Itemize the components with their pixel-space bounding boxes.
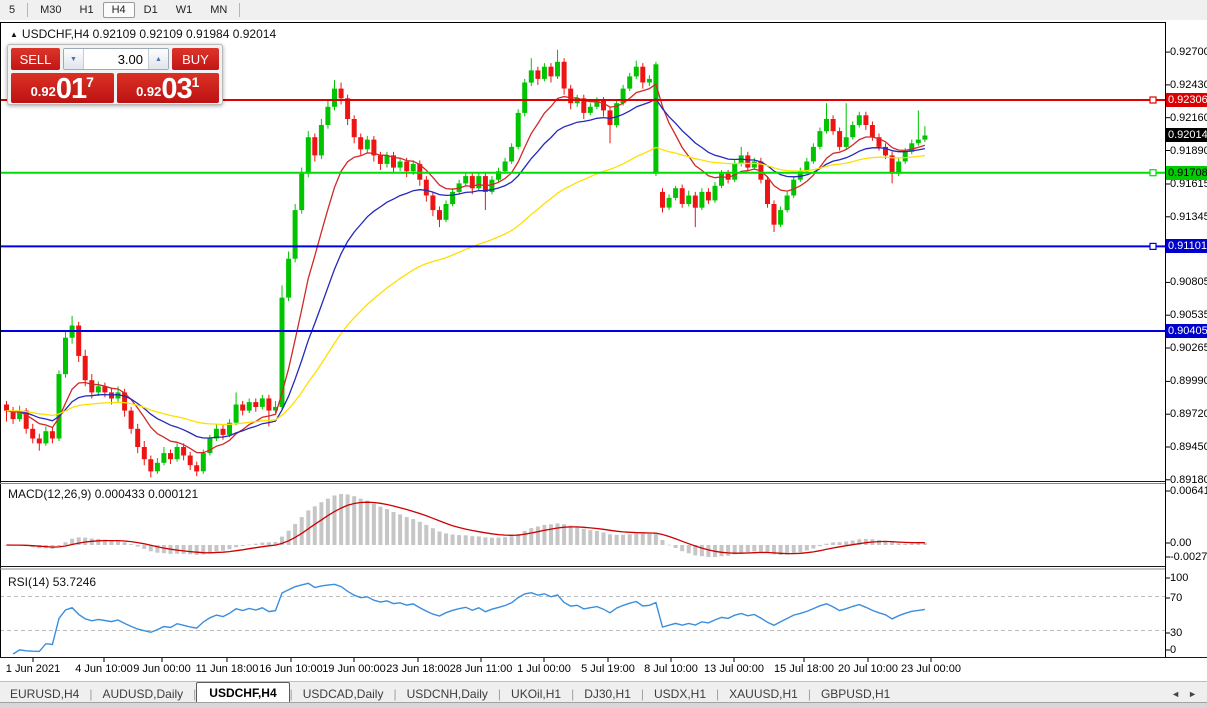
chart-canvas[interactable] xyxy=(0,0,1207,708)
date-label: 23 Jul 00:00 xyxy=(889,663,973,675)
chart-tab-xauusd[interactable]: XAUUSD,H1 xyxy=(719,684,808,703)
buy-price-button[interactable]: 0.92031 xyxy=(117,73,220,103)
rsi-axis-label: 100 xyxy=(1170,572,1188,584)
volume-stepper: ▼ 3.00 ▲ xyxy=(63,48,169,70)
price-axis-label: 0.89720 xyxy=(1170,408,1207,420)
rsi-current-value: 53.7246 xyxy=(53,575,96,589)
price-axis-label: 0.92160 xyxy=(1170,112,1207,124)
macd-current-values: 0.000433 0.000121 xyxy=(95,487,198,501)
price-axis-label: 0.91890 xyxy=(1170,145,1207,157)
rsi-axis-label: 30 xyxy=(1170,627,1182,639)
one-click-trade-panel: SELL ▼ 3.00 ▲ BUY 0.92017 0.92031 xyxy=(7,44,223,105)
chart-tab-ukoil[interactable]: UKOil,H1 xyxy=(501,684,571,703)
price-axis-label: 0.90265 xyxy=(1170,342,1207,354)
buy-button[interactable]: BUY xyxy=(172,48,219,70)
chart-tab-bar: EURUSD,H4|AUDUSD,Daily|USDCHF,H4|USDCAD,… xyxy=(0,681,1207,703)
price-badge: 0.91101 xyxy=(1166,239,1207,253)
sell-price-sup: 7 xyxy=(86,74,94,90)
tab-scroll-right-icon[interactable]: ► xyxy=(1188,689,1197,699)
chart-tab-usdcnh[interactable]: USDCNH,Daily xyxy=(397,684,498,703)
buy-price-big: 03 xyxy=(161,76,191,102)
collapse-chart-icon[interactable]: ▲ xyxy=(10,30,18,39)
chart-tab-dj30[interactable]: DJ30,H1 xyxy=(574,684,641,703)
price-badge: 0.92014 xyxy=(1166,128,1207,142)
price-axis-label: 0.90805 xyxy=(1170,276,1207,288)
trading-terminal-window: 5M30H1H4D1W1MN ▲USDCHF,H4 0.92109 0.9210… xyxy=(0,0,1207,708)
price-axis-label: 0.90535 xyxy=(1170,309,1207,321)
chart-tab-eurusd[interactable]: EURUSD,H4 xyxy=(0,684,89,703)
chart-tab-gbpusd[interactable]: GBPUSD,H1 xyxy=(811,684,900,703)
price-badge: 0.90405 xyxy=(1166,324,1207,338)
chart-symbol-label: USDCHF,H4 xyxy=(22,27,89,41)
macd-axis-label: -0.002726 xyxy=(1170,551,1207,563)
chevron-down-icon: ▼ xyxy=(70,56,77,63)
macd-name: MACD(12,26,9) xyxy=(8,487,91,501)
price-axis-label: 0.91345 xyxy=(1170,211,1207,223)
price-axis-label: 0.91615 xyxy=(1170,178,1207,190)
chart-tab-usdchf[interactable]: USDCHF,H4 xyxy=(196,682,289,703)
macd-axis-label: 0.006413 xyxy=(1170,485,1207,497)
chart-tab-audusd[interactable]: AUDUSD,Daily xyxy=(92,684,193,703)
chart-title: ▲ USDCHF,H4 0.92109 0.92109 0.91984 0.920… xyxy=(10,27,276,41)
chart-tab-usdx[interactable]: USDX,H1 xyxy=(644,684,716,703)
rsi-name: RSI(14) xyxy=(8,575,49,589)
sell-price-base: 0.92 xyxy=(31,84,56,99)
bottom-scrollbar[interactable] xyxy=(0,702,1207,708)
macd-indicator-title: MACD(12,26,9) 0.000433 0.000121 xyxy=(8,487,198,501)
sell-price-button[interactable]: 0.92017 xyxy=(11,73,114,103)
rsi-indicator-title: RSI(14) 53.7246 xyxy=(8,575,96,589)
price-badge: 0.91708 xyxy=(1166,166,1207,180)
sell-button[interactable]: SELL xyxy=(11,48,60,70)
volume-increase-button[interactable]: ▲ xyxy=(148,49,168,69)
buy-price-base: 0.92 xyxy=(136,84,161,99)
chevron-up-icon: ▲ xyxy=(155,56,162,63)
macd-axis-label: 0.00 xyxy=(1170,537,1191,549)
tab-scroll-arrows: ◄► xyxy=(1171,689,1207,703)
sell-price-big: 01 xyxy=(56,76,86,102)
volume-decrease-button[interactable]: ▼ xyxy=(64,49,84,69)
volume-input[interactable]: 3.00 xyxy=(84,49,148,69)
rsi-axis-label: 70 xyxy=(1170,592,1182,604)
price-badge: 0.92306 xyxy=(1166,93,1207,107)
price-axis-label: 0.92700 xyxy=(1170,46,1207,58)
tab-scroll-left-icon[interactable]: ◄ xyxy=(1171,689,1180,699)
price-axis-label: 0.92430 xyxy=(1170,79,1207,91)
buy-price-sup: 1 xyxy=(192,74,200,90)
chart-tab-usdcad[interactable]: USDCAD,Daily xyxy=(293,684,394,703)
rsi-axis-label: 0 xyxy=(1170,644,1176,656)
price-axis-label: 0.89450 xyxy=(1170,441,1207,453)
chart-ohlc-values: 0.92109 0.92109 0.91984 0.92014 xyxy=(93,27,277,41)
price-axis-label: 0.89990 xyxy=(1170,375,1207,387)
